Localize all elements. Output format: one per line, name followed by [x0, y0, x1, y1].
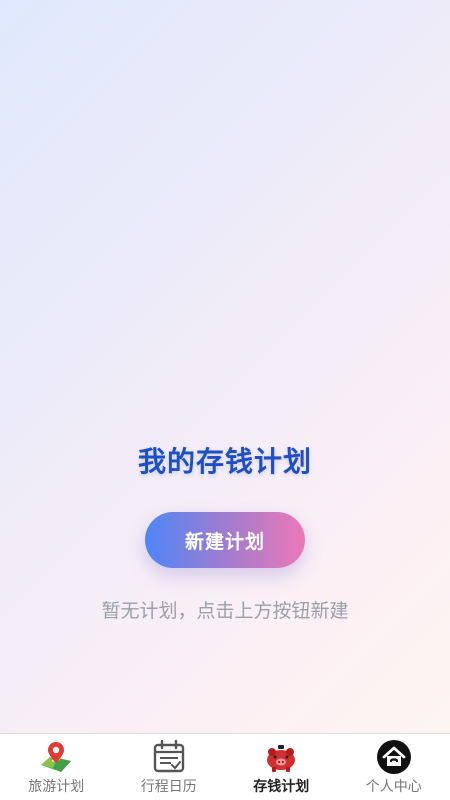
- tab-itinerary-calendar-label: 行程日历: [140, 779, 197, 795]
- map-pin-icon: [38, 739, 74, 775]
- empty-state-hint: 暂无计划，点击上方按钮新建: [101, 600, 349, 622]
- tab-itinerary-calendar[interactable]: 行程日历: [113, 734, 226, 800]
- tab-savings-plan-label: 存钱计划: [253, 779, 310, 795]
- tab-travel-plan-label: 旅游计划: [28, 779, 85, 795]
- new-plan-button[interactable]: 新建计划: [145, 512, 305, 568]
- main-content: 我的存钱计划 新建计划 暂无计划，点击上方按钮新建: [0, 0, 450, 733]
- tab-profile-label: 个人中心: [365, 779, 422, 795]
- page-title: 我的存钱计划: [137, 445, 312, 478]
- piggy-bank-icon: [263, 739, 299, 775]
- tab-savings-plan[interactable]: 存钱计划: [225, 734, 338, 800]
- calendar-icon: [151, 739, 187, 775]
- tab-profile[interactable]: 个人中心: [338, 734, 450, 800]
- home-icon: [376, 739, 412, 775]
- tab-travel-plan[interactable]: 旅游计划: [0, 734, 113, 800]
- bottom-tab-bar: 旅游计划 行程日历 存钱计划 个人中心: [0, 733, 450, 800]
